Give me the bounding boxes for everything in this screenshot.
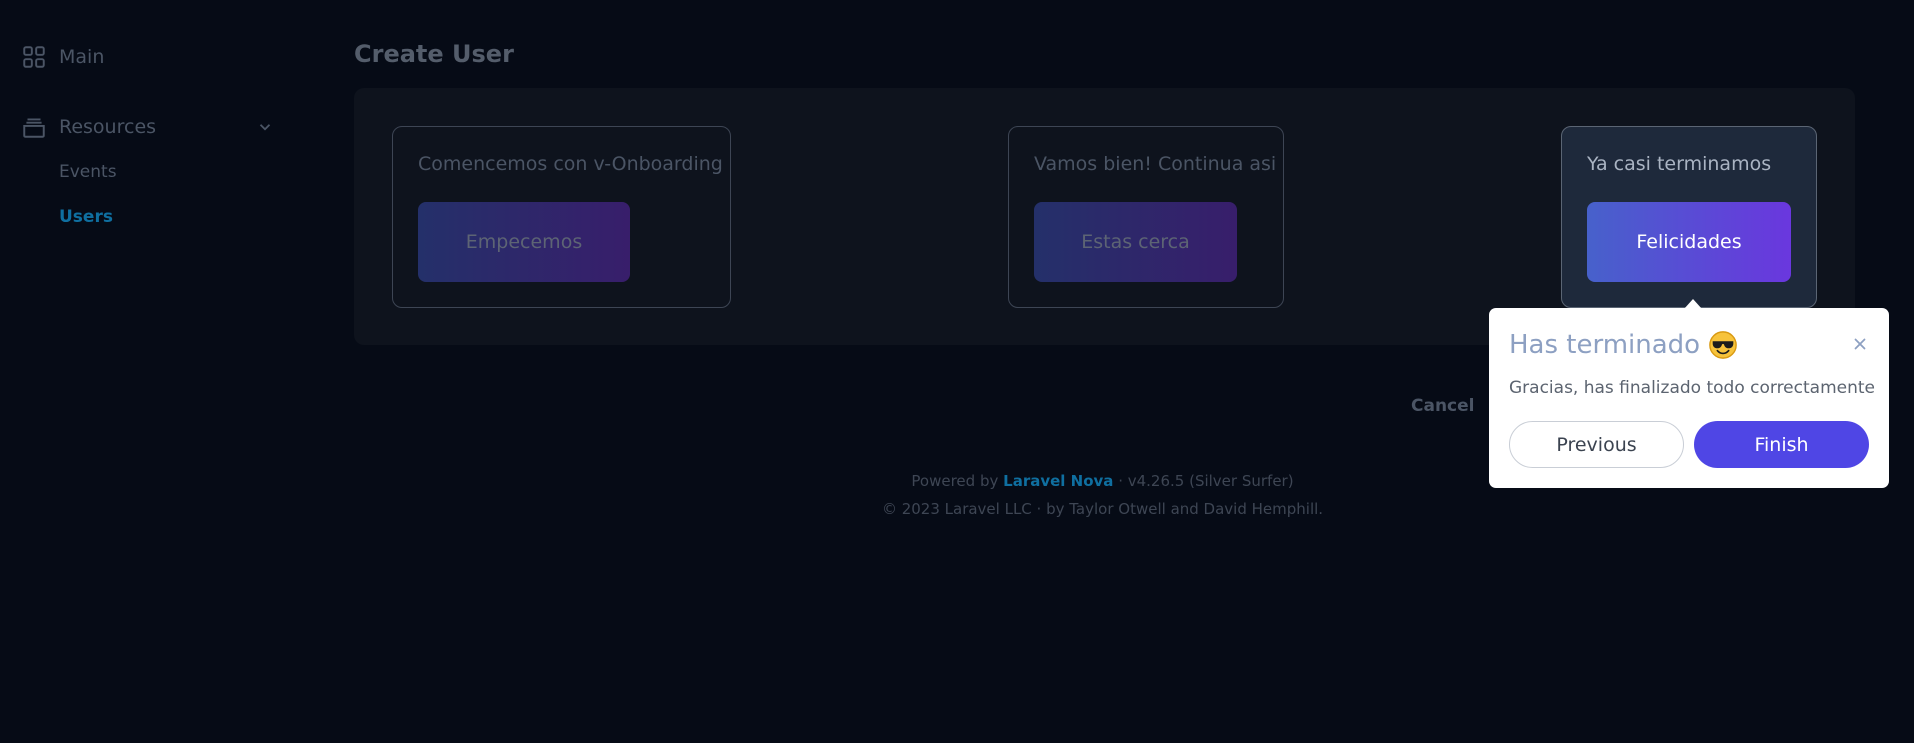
cancel-button[interactable]: Cancel [1411, 396, 1474, 416]
step-text: Vamos bien! Continua asi [1034, 153, 1277, 175]
sidebar-item-main-label: Main [59, 46, 105, 68]
sunglasses-emoji-icon [1708, 330, 1738, 360]
close-icon[interactable] [1851, 335, 1869, 353]
empecemos-button[interactable]: Empecemos [418, 202, 630, 282]
grid-icon [21, 44, 47, 70]
page-title: Create User [354, 40, 514, 68]
sidebar-item-users[interactable]: Users [59, 207, 113, 227]
laravel-nova-link[interactable]: Laravel Nova [1003, 472, 1113, 490]
sidebar-item-main[interactable]: Main [21, 44, 104, 70]
onboarding-popover: Has terminado Gracias, has finalizado to… [1489, 308, 1889, 488]
chevron-down-icon[interactable] [256, 118, 274, 136]
footer-version: · v4.26.5 (Silver Surfer) [1118, 472, 1294, 490]
popover-title: Has terminado [1509, 330, 1738, 360]
popover-body: Gracias, has finalizado todo correctamen… [1509, 378, 1875, 398]
felicidades-button[interactable]: Felicidades [1587, 202, 1791, 282]
onboarding-step-card: Vamos bien! Continua asi Estas cerca [1008, 126, 1284, 308]
finish-button[interactable]: Finish [1694, 421, 1869, 468]
step-text: Comencemos con v-Onboarding [418, 153, 723, 175]
estas-cerca-button[interactable]: Estas cerca [1034, 202, 1237, 282]
footer-copyright: © 2023 Laravel LLC · by Taylor Otwell an… [881, 500, 1324, 518]
popover-title-text: Has terminado [1509, 330, 1701, 360]
sidebar-item-resources-label: Resources [59, 116, 157, 138]
previous-button[interactable]: Previous [1509, 421, 1684, 468]
onboarding-step-card-active: Ya casi terminamos Felicidades [1561, 126, 1817, 308]
sidebar-item-resources[interactable]: Resources [21, 114, 274, 140]
sidebar-item-events[interactable]: Events [59, 162, 117, 182]
archive-icon [21, 114, 47, 140]
sidebar: Main Resources Events Users [0, 0, 300, 743]
footer-powered-prefix: Powered by [911, 472, 999, 490]
onboarding-step-card: Comencemos con v-Onboarding Empecemos [392, 126, 731, 308]
step-text: Ya casi terminamos [1587, 153, 1772, 175]
